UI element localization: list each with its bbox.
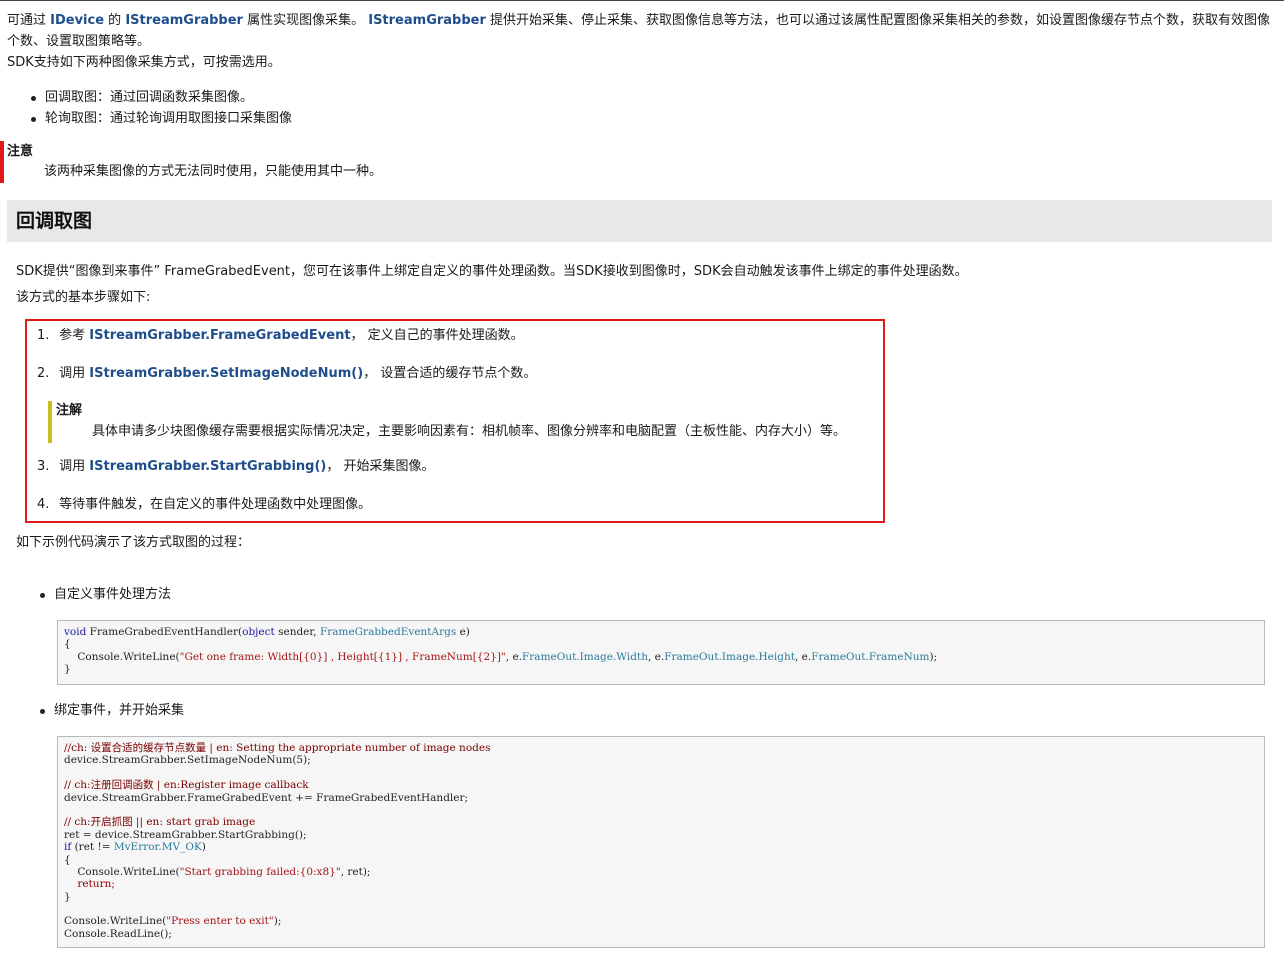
step-2: 2. 调用 IStreamGrabber.SetImageNodeNum()， … xyxy=(37,364,536,384)
code-line: { xyxy=(64,853,71,866)
step-text: 等待事件触发，在自定义的事件处理函数中处理图像。 xyxy=(59,497,372,512)
step-number: 2. xyxy=(37,366,50,381)
steps-highlight-box: 1. 参考 IStreamGrabber.FrameGrabedEvent， 定… xyxy=(25,319,885,523)
code-line: } xyxy=(64,663,71,676)
code-token: sender, xyxy=(274,626,320,638)
step-text: ， 设置合适的缓存节点个数。 xyxy=(363,366,537,381)
example-list: 自定义事件处理方法 xyxy=(40,584,171,605)
code-token: , e. xyxy=(647,650,665,663)
code-line: Console.WriteLine("Start grabbing failed… xyxy=(64,866,1258,878)
code-line: } xyxy=(64,890,71,903)
code-token: MvError.MV_OK xyxy=(113,841,202,854)
code-line: ret = device.StreamGrabber.StartGrabbing… xyxy=(64,828,307,841)
code-line: Console.WriteLine("Get one frame: Width[… xyxy=(64,651,1258,663)
code-token: FrameOut.Image.Height xyxy=(664,650,795,663)
code-comment: //ch: 设置合适的缓存节点数量 | en: Setting the appr… xyxy=(64,742,491,754)
code-line: device.StreamGrabber.FrameGrabedEvent +=… xyxy=(64,791,469,804)
step-4: 4. 等待事件触发，在自定义的事件处理函数中处理图像。 xyxy=(37,495,371,515)
code-line: Console.WriteLine("Press enter to exit")… xyxy=(64,915,1258,927)
section-description: SDK提供“图像到来事件” FrameGrabedEvent，您可在该事件上绑定… xyxy=(16,264,968,279)
intro-text: 的 xyxy=(104,13,126,28)
code-token: "Press enter to exit" xyxy=(166,915,274,928)
code-token: object xyxy=(242,626,275,638)
bind-code-block: //ch: 设置合适的缓存节点数量 | en: Setting the appr… xyxy=(57,736,1265,948)
code-token: ); xyxy=(273,915,282,928)
top-rule xyxy=(0,0,1284,1)
intro-text: 可通过 xyxy=(7,13,51,28)
note-title: 注意 xyxy=(7,144,34,159)
steps-intro: 该方式的基本步骤如下: xyxy=(16,290,151,305)
intro-paragraph: 可通过 IDevice 的 IStreamGrabber 属性实现图像采集。 I… xyxy=(7,10,1270,31)
list-item: 轮询取图：通过轮询调用取图接口采集图像 xyxy=(31,108,292,129)
code-token: Console.WriteLine( xyxy=(64,865,180,878)
step-number: 4. xyxy=(37,497,50,512)
code-token: "Start grabbing failed:{0:x8}" xyxy=(179,865,341,878)
step-text: ， 定义自己的事件处理函数。 xyxy=(350,328,524,343)
note-text: 该两种采集图像的方式无法同时使用，只能使用其中一种。 xyxy=(44,164,383,179)
code-line: device.StreamGrabber.SetImageNodeNum(5); xyxy=(64,754,311,767)
step-text: 参考 xyxy=(59,328,90,343)
code-line: { xyxy=(64,638,71,651)
code-token: FrameOut.FrameNum xyxy=(811,650,930,663)
code-token: "Get one frame: Width[{0}] , Height[{1}]… xyxy=(179,650,506,663)
frame-grabed-event-link[interactable]: IStreamGrabber.FrameGrabedEvent xyxy=(89,328,350,343)
step-text: 调用 xyxy=(59,366,90,381)
list-item: 绑定事件，并开始采集 xyxy=(40,700,184,721)
list-item: 回调取图：通过回调函数采集图像。 xyxy=(31,87,292,108)
step-text: ， 开始采集图像。 xyxy=(326,459,435,474)
code-token: void xyxy=(64,626,87,638)
intro-text: 属性实现图像采集。 xyxy=(242,13,369,28)
code-token: ); xyxy=(929,650,938,663)
intro-text: 提供开始采集、停止采集、获取图像信息等方法，也可以通过该属性配置图像采集相关的参… xyxy=(485,13,1271,28)
code-token: FrameOut.Image.Width xyxy=(522,650,648,663)
code-comment: // ch:注册回调函数 | en:Register image callbac… xyxy=(64,779,309,792)
intro-line-3: SDK支持如下两种图像采集方式，可按需选用。 xyxy=(7,55,281,70)
istreamgrabber-link[interactable]: IStreamGrabber xyxy=(368,13,486,28)
code-line: if (ret != MvError.MV_OK) xyxy=(64,841,1258,853)
set-image-node-num-link[interactable]: IStreamGrabber.SetImageNodeNum() xyxy=(89,366,363,381)
start-grabbing-link[interactable]: IStreamGrabber.StartGrabbing() xyxy=(89,459,326,474)
code-token: Console.WriteLine( xyxy=(64,915,167,928)
code-comment: // ch:开启抓图 || en: start grab image xyxy=(64,816,256,829)
code-token: , e. xyxy=(505,650,522,663)
example-list: 绑定事件，并开始采集 xyxy=(40,700,184,721)
handler-code-block: void FrameGrabedEventHandler(object send… xyxy=(57,620,1265,685)
code-line: Console.ReadLine(); xyxy=(64,927,172,940)
example-intro: 如下示例代码演示了该方式取图的过程： xyxy=(16,535,251,550)
code-line: return; xyxy=(64,878,115,891)
code-token: FrameGrabbedEventArgs xyxy=(319,626,457,638)
code-line: void FrameGrabedEventHandler(object send… xyxy=(64,626,1258,638)
annotation-text: 具体申请多少块图像缓存需要根据实际情况决定，主要影响因素有：相机帧率、图像分辨率… xyxy=(92,424,847,439)
step-number: 1. xyxy=(37,328,50,343)
code-token: FrameGrabedEventHandler( xyxy=(86,626,243,638)
step-text: 调用 xyxy=(59,459,90,474)
code-token: e) xyxy=(456,626,470,638)
code-token: , e. xyxy=(794,650,812,663)
capture-modes-list: 回调取图：通过回调函数采集图像。 轮询取图：通过轮询调用取图接口采集图像 xyxy=(31,87,292,129)
warning-note: 注意 该两种采集图像的方式无法同时使用，只能使用其中一种。 xyxy=(0,141,404,183)
code-token: (ret != xyxy=(71,841,114,854)
code-token: Console.WriteLine( xyxy=(64,650,180,663)
annotation-title: 注解 xyxy=(56,403,83,418)
step-3: 3. 调用 IStreamGrabber.StartGrabbing()， 开始… xyxy=(37,457,435,477)
intro-line-2: 个数、设置取图策略等。 xyxy=(7,34,151,49)
step-number: 3. xyxy=(37,459,50,474)
step-1: 1. 参考 IStreamGrabber.FrameGrabedEvent， 定… xyxy=(37,326,524,346)
code-token: , ret); xyxy=(340,865,371,878)
istreamgrabber-link[interactable]: IStreamGrabber xyxy=(125,13,243,28)
idevice-link[interactable]: IDevice xyxy=(50,13,104,28)
code-token: ) xyxy=(201,841,206,854)
list-item: 自定义事件处理方法 xyxy=(40,584,171,605)
annotation-note: 注解 具体申请多少块图像缓存需要根据实际情况决定，主要影响因素有：相机帧率、图像… xyxy=(48,401,846,443)
section-heading: 回调取图 xyxy=(7,200,1272,242)
